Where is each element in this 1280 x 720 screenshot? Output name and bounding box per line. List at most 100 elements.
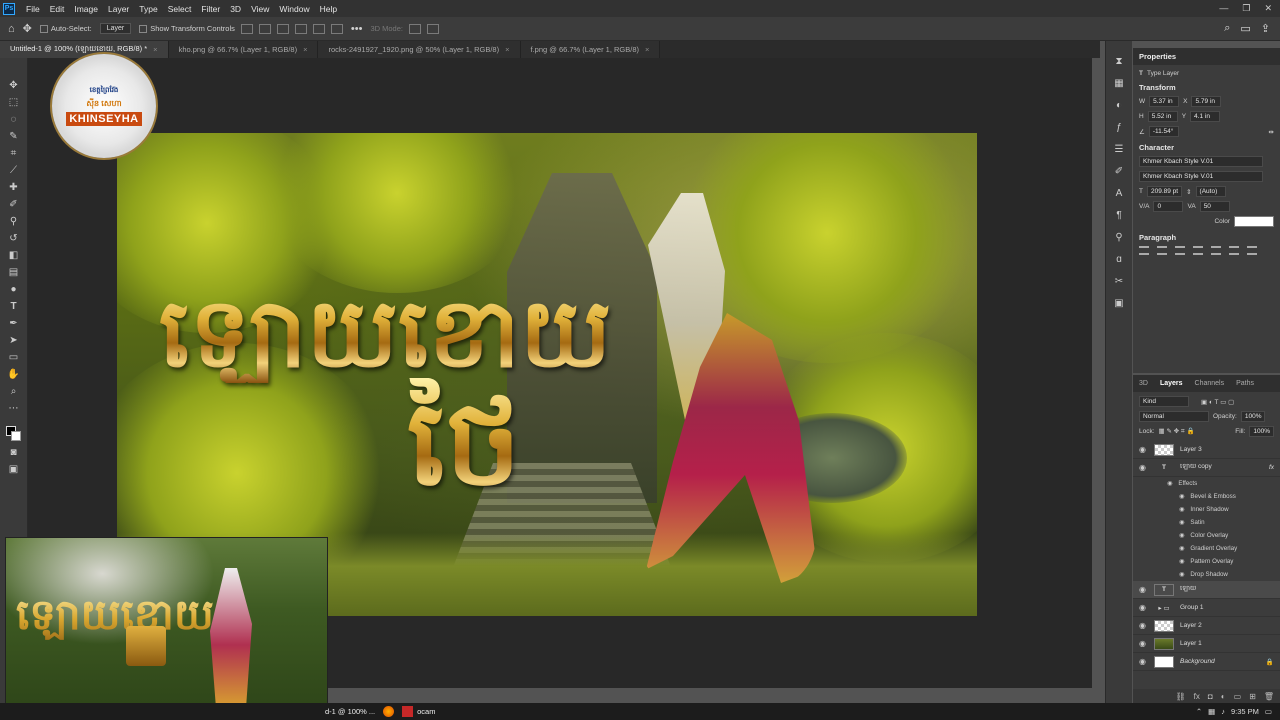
justify-last-left-icon[interactable]: [1193, 246, 1203, 255]
glyphs-icon[interactable]: ɑ: [1113, 254, 1125, 266]
move-tool-icon[interactable]: ✥: [7, 80, 21, 92]
tab-layers[interactable]: Layers: [1160, 380, 1183, 387]
align-right-icon[interactable]: [276, 23, 289, 34]
layer-row-type[interactable]: ◉ T ឡោយ: [1133, 581, 1280, 599]
distribute-vertical-icon[interactable]: [330, 23, 343, 34]
tab-channels[interactable]: Channels: [1195, 380, 1225, 387]
lock-icons[interactable]: ▦ ✎ ✥ ⌗ 🔒: [1159, 427, 1195, 436]
kerning-field[interactable]: 0: [1153, 201, 1184, 212]
clock[interactable]: 9:35 PM: [1231, 707, 1259, 716]
taskbar-photoshop[interactable]: d-1 @ 100% ...: [325, 707, 375, 716]
marquee-tool-icon[interactable]: ⬚: [7, 97, 21, 109]
share-icon[interactable]: ⇪: [1261, 22, 1270, 35]
healing-tool-icon[interactable]: ✚: [7, 182, 21, 194]
leading-field[interactable]: (Auto): [1195, 186, 1226, 197]
close-tab-icon[interactable]: ×: [645, 45, 649, 54]
distribute-icon[interactable]: [312, 23, 325, 34]
libraries-icon[interactable]: ▣: [1113, 298, 1125, 310]
type-tool-icon[interactable]: T: [7, 301, 21, 313]
effect-bevel-emboss[interactable]: ◉ Bevel & Emboss: [1133, 490, 1280, 503]
visibility-eye-icon[interactable]: ◉: [1179, 545, 1184, 552]
fx-icon[interactable]: fx: [1269, 464, 1280, 471]
add-mask-icon[interactable]: ◘: [1208, 692, 1213, 701]
lasso-tool-icon[interactable]: ◌: [7, 114, 21, 126]
width-field[interactable]: 5.37 in: [1149, 96, 1180, 107]
visibility-eye-icon[interactable]: ◉: [1139, 639, 1148, 648]
close-tab-icon[interactable]: ×: [303, 45, 307, 54]
auto-select-checkbox[interactable]: Auto-Select:: [39, 24, 92, 33]
layer-row-layer-3[interactable]: ◉ Layer 3: [1133, 441, 1280, 459]
blend-mode-select[interactable]: Normal: [1139, 411, 1209, 422]
visibility-eye-icon[interactable]: ◉: [1139, 463, 1148, 472]
auto-select-target[interactable]: Layer: [99, 23, 132, 34]
clone-source-icon[interactable]: ⚲: [1113, 232, 1125, 244]
fill-field[interactable]: 100%: [1249, 426, 1274, 437]
pen-tool-icon[interactable]: ✒: [7, 318, 21, 330]
link-layers-icon[interactable]: ⛓: [1176, 692, 1186, 701]
color-swatches[interactable]: [5, 426, 22, 442]
move-tool-icon[interactable]: ✥: [23, 22, 32, 35]
visibility-eye-icon[interactable]: ◉: [1139, 621, 1148, 630]
angle-field[interactable]: -11.54°: [1148, 126, 1179, 137]
menu-image[interactable]: Image: [69, 4, 103, 14]
visibility-eye-icon[interactable]: ◉: [1139, 445, 1148, 454]
home-icon[interactable]: ⌂: [8, 23, 15, 35]
brush-tool-icon[interactable]: ✐: [7, 199, 21, 211]
stamp-tool-icon[interactable]: ⚲: [7, 216, 21, 228]
quick-select-tool-icon[interactable]: ✎: [7, 131, 21, 143]
visibility-eye-icon[interactable]: ◉: [1139, 657, 1148, 666]
search-icon[interactable]: ⌕: [1224, 22, 1230, 35]
history-icon[interactable]: ⧗: [1113, 56, 1125, 68]
paragraph-icon[interactable]: ¶: [1113, 210, 1125, 222]
gradient-tool-icon[interactable]: ▤: [7, 267, 21, 279]
menu-3d[interactable]: 3D: [225, 4, 246, 14]
close-tab-icon[interactable]: ×: [505, 45, 509, 54]
tab-untitled-1[interactable]: Untitled-1 @ 100% (ឡោយខោយ, RGB/8) * ×: [0, 41, 169, 58]
styles-icon[interactable]: ƒ: [1113, 122, 1125, 134]
align-left-text-icon[interactable]: [1139, 246, 1149, 255]
close-tab-icon[interactable]: ×: [153, 45, 157, 54]
restore-icon[interactable]: ❐: [1242, 3, 1250, 14]
visibility-eye-icon[interactable]: ◉: [1167, 480, 1172, 487]
effect-satin[interactable]: ◉ Satin: [1133, 516, 1280, 529]
x-field[interactable]: 5.79 in: [1191, 96, 1222, 107]
visibility-eye-icon[interactable]: ◉: [1179, 571, 1184, 578]
layer-filter-kind[interactable]: Kind: [1139, 396, 1189, 407]
notification-icon[interactable]: ▭: [1265, 707, 1272, 716]
volume-icon[interactable]: ♪: [1221, 707, 1225, 716]
adjustments-icon[interactable]: ◐: [1113, 100, 1125, 112]
taskbar-ocam[interactable]: ocam: [402, 706, 435, 717]
height-field[interactable]: 5.52 in: [1147, 111, 1178, 122]
font-family-select[interactable]: Khmer Kbach Style V.01: [1139, 156, 1263, 167]
layer-row-type-copy[interactable]: ◉ T ឡោយ copy fx: [1133, 459, 1280, 477]
3d-orbit-icon[interactable]: [408, 23, 421, 34]
minimize-icon[interactable]: —: [1219, 3, 1228, 14]
close-icon[interactable]: ✕: [1264, 3, 1272, 14]
opacity-field[interactable]: 100%: [1240, 411, 1266, 422]
effect-pattern-overlay[interactable]: ◉ Pattern Overlay: [1133, 555, 1280, 568]
3d-roll-icon[interactable]: [426, 23, 439, 34]
menu-edit[interactable]: Edit: [45, 4, 70, 14]
shape-tool-icon[interactable]: ▭: [7, 352, 21, 364]
font-size-field[interactable]: 209.89 pt: [1146, 186, 1183, 197]
new-adjustment-icon[interactable]: ◐: [1221, 692, 1226, 701]
tab-kho[interactable]: kho.png @ 66.7% (Layer 1, RGB/8) ×: [168, 41, 319, 58]
layer-row-group-1[interactable]: ◉ ▸ ▭ Group 1: [1133, 599, 1280, 617]
brush-settings-icon[interactable]: ✐: [1113, 166, 1125, 178]
align-left-icon[interactable]: [240, 23, 253, 34]
justify-last-center-icon[interactable]: [1211, 246, 1221, 255]
dodge-tool-icon[interactable]: ●: [7, 284, 21, 296]
font-style-select[interactable]: Khmer Kbach Style V.01: [1139, 171, 1263, 182]
menu-layer[interactable]: Layer: [103, 4, 134, 14]
network-icon[interactable]: ▦: [1208, 707, 1215, 716]
add-style-icon[interactable]: fx: [1194, 692, 1200, 701]
menu-view[interactable]: View: [246, 4, 274, 14]
path-select-icon[interactable]: ➤: [7, 335, 21, 347]
menu-type[interactable]: Type: [134, 4, 162, 14]
tab-f[interactable]: f.png @ 66.7% (Layer 1, RGB/8) ×: [520, 41, 661, 58]
visibility-eye-icon[interactable]: ◉: [1179, 506, 1184, 513]
grid-icon[interactable]: ▦: [1113, 78, 1125, 90]
menu-file[interactable]: File: [21, 4, 45, 14]
layer-row-background[interactable]: ◉ Background 🔒: [1133, 653, 1280, 671]
more-tools-icon[interactable]: ⋯: [7, 403, 21, 415]
